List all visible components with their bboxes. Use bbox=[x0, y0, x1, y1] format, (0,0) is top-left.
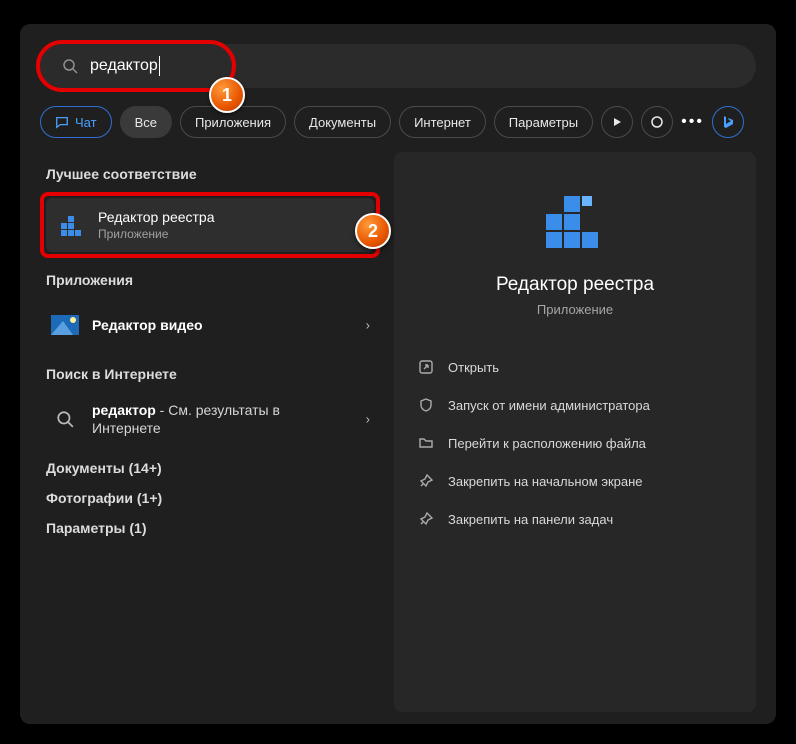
result-video-editor[interactable]: Редактор видео › bbox=[40, 298, 380, 352]
best-match-heading: Лучшее соответствие bbox=[46, 166, 374, 182]
action-pin-taskbar[interactable]: Закрепить на панели задач bbox=[408, 503, 742, 535]
result-registry-editor[interactable]: Редактор реестра Приложение bbox=[46, 198, 374, 252]
action-label: Закрепить на начальном экране bbox=[448, 474, 643, 489]
action-label: Запуск от имени администратора bbox=[448, 398, 650, 413]
result-title: Редактор реестра bbox=[98, 209, 215, 225]
filter-apps-label: Приложения bbox=[195, 115, 271, 130]
apps-heading: Приложения bbox=[46, 272, 374, 288]
params-heading[interactable]: Параметры (1) bbox=[46, 520, 374, 536]
filter-docs[interactable]: Документы bbox=[294, 106, 391, 138]
photos-heading[interactable]: Фотографии (1+) bbox=[46, 490, 374, 506]
action-label: Перейти к расположению файла bbox=[448, 436, 646, 451]
preview-title: Редактор реестра bbox=[408, 274, 742, 296]
result-title: Редактор видео bbox=[92, 317, 203, 333]
open-icon bbox=[418, 359, 434, 375]
annotation-outline-2: Редактор реестра Приложение bbox=[40, 192, 380, 258]
web-term: редактор bbox=[92, 402, 156, 418]
search-icon bbox=[50, 404, 80, 434]
pin-icon bbox=[418, 473, 434, 489]
action-open-location[interactable]: Перейти к расположению файла bbox=[408, 427, 742, 459]
scroll-right-button[interactable] bbox=[601, 106, 633, 138]
filter-settings-label: Параметры bbox=[509, 115, 578, 130]
pin-icon bbox=[418, 511, 434, 527]
filter-internet-label: Интернет bbox=[414, 115, 471, 130]
filter-chat-label: Чат bbox=[75, 115, 97, 130]
filter-internet[interactable]: Интернет bbox=[399, 106, 486, 138]
more-menu[interactable]: ••• bbox=[681, 113, 704, 131]
filter-settings[interactable]: Параметры bbox=[494, 106, 593, 138]
docs-heading[interactable]: Документы (14+) bbox=[46, 460, 374, 476]
video-editor-icon bbox=[50, 310, 80, 340]
web-heading: Поиск в Интернете bbox=[46, 366, 374, 382]
filter-apps[interactable]: Приложения bbox=[180, 106, 286, 138]
action-label: Открыть bbox=[448, 360, 499, 375]
shield-icon bbox=[418, 397, 434, 413]
action-label: Закрепить на панели задач bbox=[448, 512, 613, 527]
action-pin-start[interactable]: Закрепить на начальном экране bbox=[408, 465, 742, 497]
filter-all-label: Все bbox=[135, 115, 157, 130]
bing-chat-button[interactable] bbox=[712, 106, 744, 138]
filter-all[interactable]: Все bbox=[120, 106, 172, 138]
search-icon bbox=[62, 58, 78, 74]
chevron-right-icon: › bbox=[366, 318, 370, 333]
chat-icon bbox=[55, 115, 69, 129]
registry-editor-icon bbox=[56, 210, 86, 240]
chevron-right-icon: › bbox=[366, 412, 370, 427]
result-sub: Приложение bbox=[98, 227, 215, 241]
bing-icon bbox=[720, 114, 736, 130]
registry-editor-large-icon bbox=[538, 186, 612, 260]
preview-sub: Приложение bbox=[408, 302, 742, 317]
preview-panel: Редактор реестра Приложение Открыть Запу… bbox=[394, 152, 756, 712]
filter-docs-label: Документы bbox=[309, 115, 376, 130]
result-web-search[interactable]: редактор - См. результаты в Интернете › bbox=[40, 392, 380, 446]
filter-chat[interactable]: Чат bbox=[40, 106, 112, 138]
action-run-admin[interactable]: Запуск от имени администратора bbox=[408, 389, 742, 421]
extra-circle-button[interactable] bbox=[641, 106, 673, 138]
folder-icon bbox=[418, 435, 434, 451]
circle-icon bbox=[651, 116, 663, 128]
play-icon bbox=[612, 117, 622, 127]
action-open[interactable]: Открыть bbox=[408, 351, 742, 383]
search-input[interactable] bbox=[40, 44, 756, 88]
